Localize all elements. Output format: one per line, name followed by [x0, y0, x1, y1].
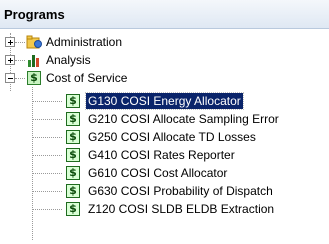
- tree-item-label: G210 COSI Allocate Sampling Error: [88, 112, 279, 126]
- dollar-icon: $: [66, 148, 80, 162]
- tree-item-label: G130 COSI Energy Allocator: [85, 92, 244, 110]
- panel-title: Programs: [4, 7, 65, 22]
- tree-connector: [32, 101, 62, 102]
- dollar-icon: $: [66, 94, 80, 108]
- dollar-icon: $: [66, 202, 80, 216]
- tree-item-g630[interactable]: $ G630 COSI Probability of Dispatch: [62, 182, 322, 200]
- dollar-icon: $: [66, 166, 80, 180]
- tree-connector: [32, 137, 62, 138]
- tree-item-label: G250 COSI Allocate TD Losses: [88, 130, 256, 144]
- bar-chart-icon: [28, 55, 39, 67]
- dollar-icon: $: [66, 130, 80, 144]
- tree-item-label: Analysis: [46, 53, 91, 67]
- tree-item-g210[interactable]: $ G210 COSI Allocate Sampling Error: [62, 110, 322, 128]
- expand-toggle-administration[interactable]: [5, 37, 15, 47]
- tree-connector: [32, 119, 62, 120]
- tree-item-g130[interactable]: $ G130 COSI Energy Allocator: [62, 92, 322, 110]
- tree-connector: [32, 87, 33, 240]
- tree-item-label: G610 COSI Cost Allocator: [88, 166, 228, 180]
- dollar-icon: $: [66, 184, 80, 198]
- tree-item-g410[interactable]: $ G410 COSI Rates Reporter: [62, 146, 322, 164]
- tree-item-label: Administration: [46, 35, 123, 49]
- programs-tree[interactable]: Administration Analysis $ Cost of Servic…: [0, 29, 329, 244]
- tree-connector: [32, 173, 62, 174]
- dollar-icon: $: [27, 71, 41, 85]
- tree-item-analysis[interactable]: Analysis: [24, 51, 204, 69]
- tree-connector: [32, 191, 62, 192]
- tree-item-administration[interactable]: Administration: [24, 33, 204, 51]
- expand-toggle-analysis[interactable]: [5, 55, 15, 65]
- tree-item-label: Cost of Service: [46, 71, 128, 85]
- tree-item-label: G630 COSI Probability of Dispatch: [88, 184, 273, 198]
- tree-item-label: G410 COSI Rates Reporter: [88, 148, 235, 162]
- tree-connector: [32, 209, 62, 210]
- admin-folder-icon: [26, 35, 42, 49]
- tree-connector: [32, 155, 62, 156]
- tree-item-g250[interactable]: $ G250 COSI Allocate TD Losses: [62, 128, 322, 146]
- panel-header: Programs: [0, 0, 329, 29]
- collapse-toggle-cost-of-service[interactable]: [5, 73, 15, 83]
- tree-item-z120[interactable]: $ Z120 COSI SLDB ELDB Extraction: [62, 200, 322, 218]
- tree-item-label: Z120 COSI SLDB ELDB Extraction: [88, 202, 275, 216]
- tree-item-g610[interactable]: $ G610 COSI Cost Allocator: [62, 164, 322, 182]
- dollar-icon: $: [66, 112, 80, 126]
- tree-item-cost-of-service[interactable]: $ Cost of Service: [24, 69, 204, 87]
